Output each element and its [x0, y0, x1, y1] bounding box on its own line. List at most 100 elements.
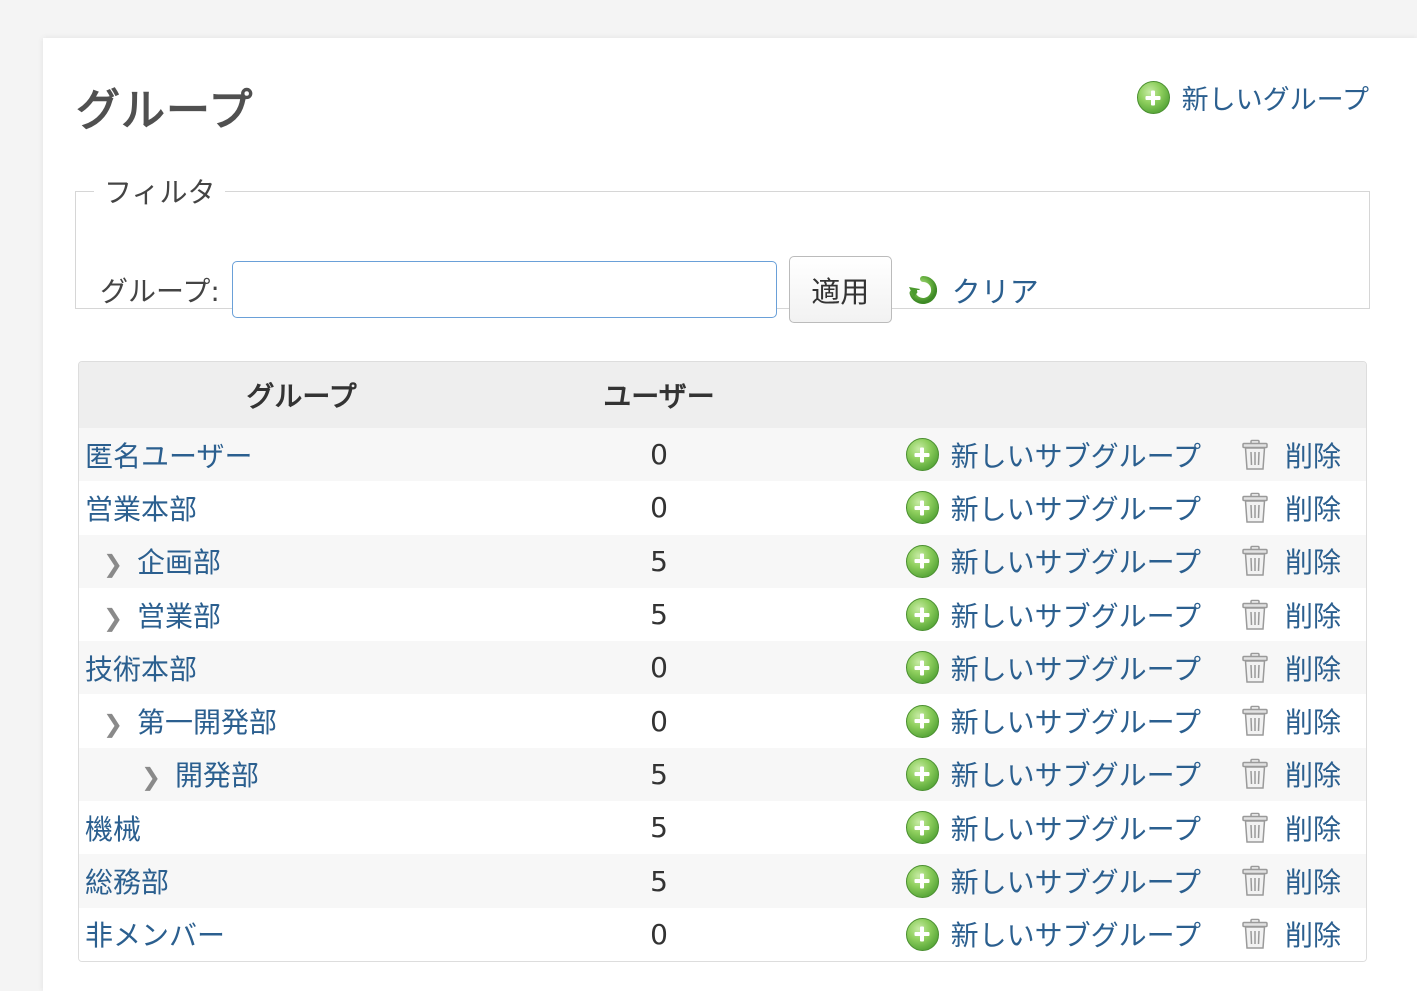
plus-circle-icon	[905, 704, 939, 738]
trash-icon	[1242, 545, 1268, 576]
new-subgroup-link[interactable]: 新しいサブグループ	[905, 754, 1201, 794]
chevron-right-icon: ❯	[141, 763, 162, 792]
group-name-cell: 営業本部	[79, 481, 524, 534]
actions-cell: 新しいサブグループ 削除	[794, 801, 1366, 854]
delete-label: 削除	[1284, 759, 1341, 793]
user-count: 5	[650, 757, 668, 791]
reload-icon	[908, 275, 937, 304]
delete-link[interactable]: 削除	[1241, 808, 1341, 848]
plus-circle-icon	[905, 491, 939, 525]
column-header-users: ユーザー	[603, 380, 715, 413]
new-subgroup-link[interactable]: 新しいサブグループ	[905, 435, 1201, 475]
group-name-link[interactable]: 匿名ユーザー	[85, 440, 252, 473]
group-name-link[interactable]: 機械	[85, 813, 141, 846]
table-row: ❯ 営業部 5 新しいサブグループ 削除	[79, 587, 1366, 642]
new-subgroup-label: 新しいサブグループ	[950, 706, 1201, 740]
table-row: ❯ 第一開発部 0 新しいサブグループ 削除	[79, 694, 1366, 748]
trash-icon	[1242, 919, 1268, 950]
trash-icon	[1242, 705, 1268, 736]
filter-row: グループ: 適用 クリア	[100, 256, 1039, 323]
new-subgroup-link[interactable]: 新しいサブグループ	[905, 541, 1201, 581]
delete-label: 削除	[1284, 546, 1341, 580]
delete-link[interactable]: 削除	[1241, 861, 1341, 901]
user-count: 5	[650, 598, 668, 632]
group-name-cell: ❯ 企画部	[79, 535, 524, 588]
delete-link[interactable]: 削除	[1241, 595, 1341, 635]
actions-cell: 新しいサブグループ 削除	[794, 641, 1366, 694]
user-count: 0	[650, 438, 668, 472]
delete-link[interactable]: 削除	[1241, 488, 1341, 528]
new-subgroup-link[interactable]: 新しいサブグループ	[905, 861, 1201, 901]
group-name-link[interactable]: 企画部	[137, 546, 221, 579]
trash-icon	[1242, 759, 1268, 790]
new-subgroup-label: 新しいサブグループ	[950, 652, 1201, 686]
group-name-link[interactable]: 第一開発部	[137, 706, 277, 739]
new-subgroup-link[interactable]: 新しいサブグループ	[905, 914, 1201, 954]
apply-button[interactable]: 適用	[788, 256, 892, 323]
delete-link[interactable]: 削除	[1241, 914, 1341, 954]
new-subgroup-label: 新しいサブグループ	[950, 759, 1201, 793]
trash-icon	[1242, 599, 1268, 630]
table-row: 営業本部 0 新しいサブグループ 削除	[79, 481, 1366, 535]
group-name-cell: 技術本部	[79, 641, 524, 694]
table-row: ❯ 企画部 5 新しいサブグループ 削除	[79, 534, 1366, 588]
delete-link[interactable]: 削除	[1241, 435, 1341, 475]
user-count: 5	[650, 544, 668, 578]
actions-cell: 新しいサブグループ 削除	[794, 694, 1366, 747]
group-name-cell: 機械	[79, 801, 524, 854]
group-filter-label: グループ:	[100, 274, 220, 308]
new-subgroup-label: 新しいサブグループ	[950, 439, 1201, 473]
new-group-link[interactable]: 新しいグループ	[1136, 78, 1369, 117]
group-filter-input[interactable]	[231, 261, 777, 318]
trash-icon	[1242, 812, 1268, 843]
delete-link[interactable]: 削除	[1241, 648, 1341, 688]
delete-link[interactable]: 削除	[1241, 754, 1341, 794]
delete-label: 削除	[1284, 652, 1341, 686]
new-subgroup-label: 新しいサブグループ	[950, 546, 1201, 580]
new-subgroup-link[interactable]: 新しいサブグループ	[905, 488, 1201, 528]
plus-circle-icon	[1136, 81, 1170, 114]
delete-link[interactable]: 削除	[1241, 701, 1341, 741]
clear-link[interactable]: クリア	[908, 269, 1039, 311]
column-header-actions	[794, 362, 1366, 428]
group-name-cell: 非メンバー	[79, 908, 524, 961]
group-name-link[interactable]: 営業本部	[85, 493, 197, 526]
groups-table-container: グループ ユーザー 匿名ユーザー 0 新しいサブグループ 削除 営業本部 0 新しいサブグル…	[78, 361, 1367, 962]
table-row: 匿名ユーザー 0 新しいサブグループ 削除	[79, 428, 1366, 482]
plus-circle-icon	[905, 651, 939, 685]
group-name-cell: ❯ 第一開発部	[79, 694, 524, 747]
delete-label: 削除	[1284, 492, 1341, 526]
table-header-row: グループ ユーザー	[79, 362, 1366, 428]
group-name-link[interactable]: 営業部	[137, 600, 221, 633]
new-subgroup-link[interactable]: 新しいサブグループ	[905, 808, 1201, 848]
group-name-link[interactable]: 総務部	[85, 866, 169, 899]
group-name-link[interactable]: 非メンバー	[85, 919, 225, 952]
new-subgroup-label: 新しいサブグループ	[950, 599, 1201, 633]
plus-circle-icon	[905, 757, 939, 791]
actions-cell: 新しいサブグループ 削除	[794, 748, 1366, 801]
new-subgroup-label: 新しいサブグループ	[950, 492, 1201, 526]
delete-link[interactable]: 削除	[1241, 541, 1341, 581]
user-count: 5	[650, 811, 668, 845]
new-subgroup-link[interactable]: 新しいサブグループ	[905, 595, 1201, 635]
table-row: 機械 5 新しいサブグループ 削除	[79, 801, 1366, 855]
chevron-right-icon: ❯	[103, 710, 124, 739]
plus-circle-icon	[905, 811, 939, 845]
delete-label: 削除	[1284, 919, 1341, 953]
new-subgroup-label: 新しいサブグループ	[950, 812, 1201, 846]
group-name-link[interactable]: 開発部	[175, 759, 259, 792]
user-count: 0	[650, 491, 668, 525]
user-count: 5	[650, 864, 668, 898]
new-subgroup-link[interactable]: 新しいサブグループ	[905, 648, 1201, 688]
group-name-link[interactable]: 技術本部	[85, 653, 197, 686]
trash-icon	[1242, 652, 1268, 683]
new-group-label: 新しいグループ	[1181, 85, 1369, 116]
actions-cell: 新しいサブグループ 削除	[794, 588, 1366, 641]
actions-cell: 新しいサブグループ 削除	[794, 428, 1366, 481]
plus-circle-icon	[905, 598, 939, 632]
user-count: 0	[650, 917, 668, 951]
new-subgroup-link[interactable]: 新しいサブグループ	[905, 701, 1201, 741]
chevron-right-icon: ❯	[103, 603, 124, 632]
actions-cell: 新しいサブグループ 削除	[794, 535, 1366, 588]
table-row: 非メンバー 0 新しいサブグループ 削除	[79, 907, 1366, 961]
